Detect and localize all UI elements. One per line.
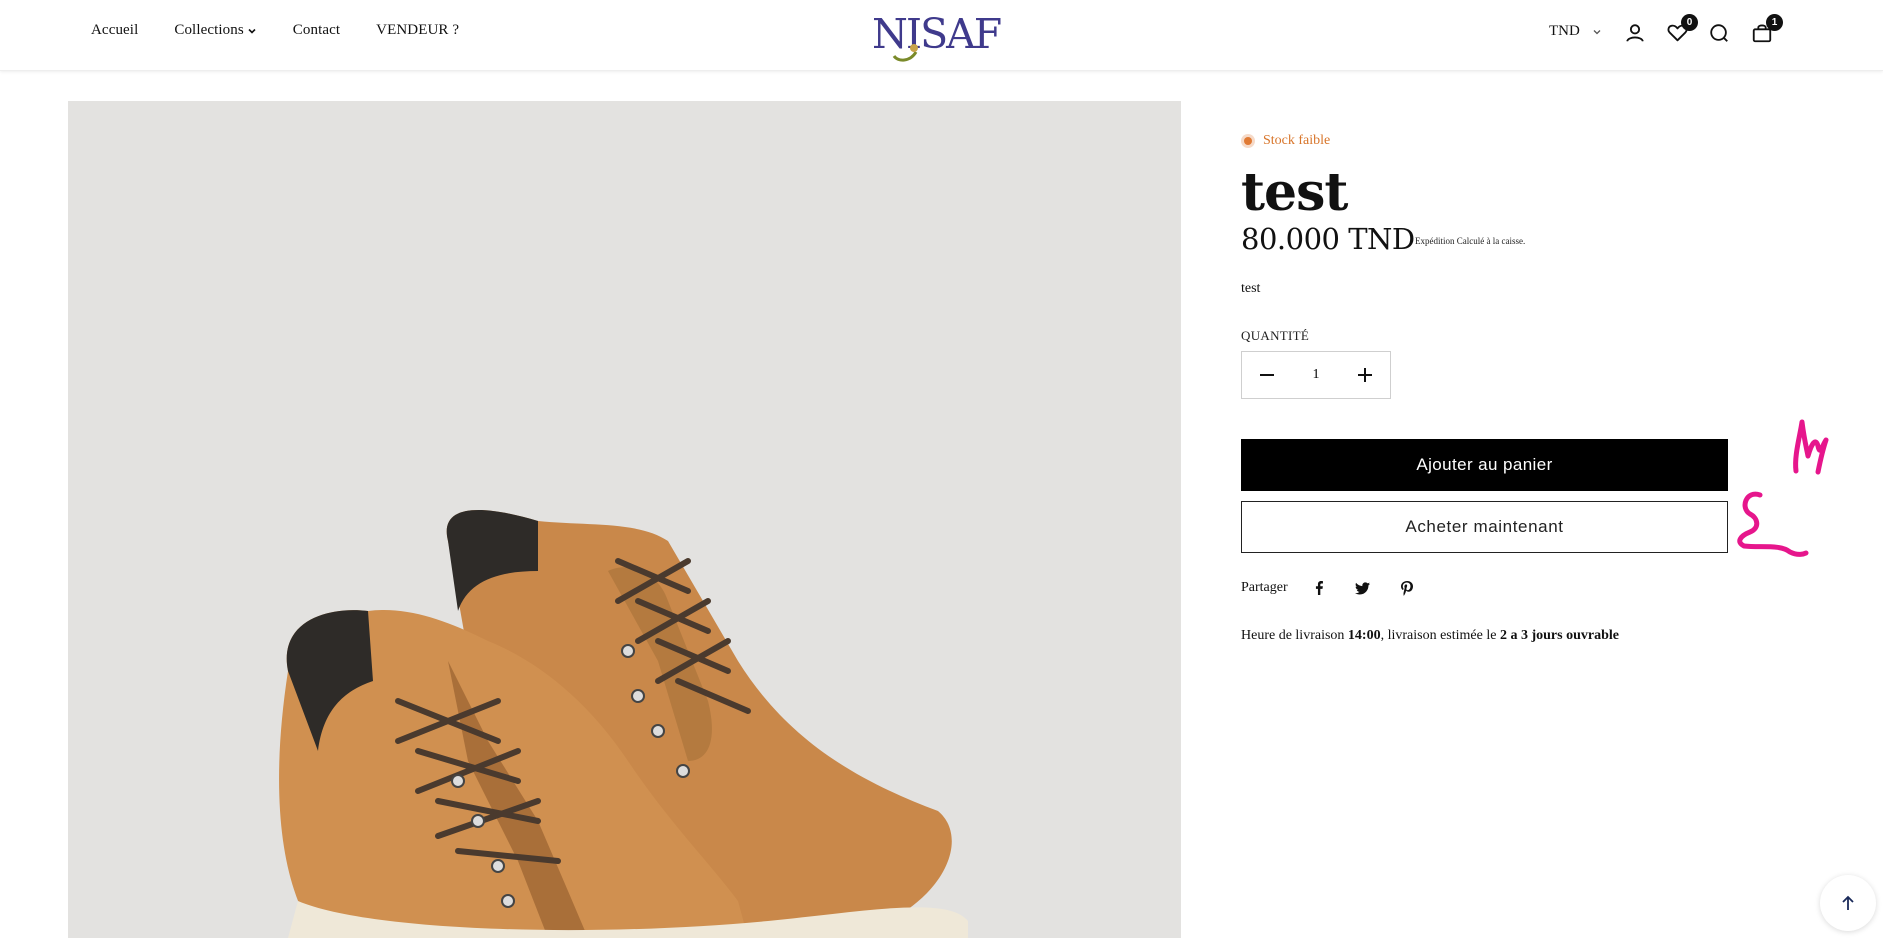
share-twitter-button[interactable]	[1350, 578, 1376, 598]
arrow-up-icon	[1842, 895, 1854, 910]
nav-item-accueil[interactable]: Accueil	[91, 22, 138, 39]
nav-item-collections[interactable]: Collections	[174, 22, 256, 39]
wishlist-button[interactable]: 0	[1664, 14, 1698, 46]
quantity-increase-button[interactable]	[1340, 352, 1390, 398]
facebook-icon	[1315, 581, 1323, 595]
chevron-down-icon	[248, 28, 256, 34]
share-facebook-button[interactable]	[1306, 578, 1332, 598]
product-image[interactable]	[68, 101, 1181, 938]
product-price: 80.000 TND	[1241, 222, 1415, 256]
search-button[interactable]	[1706, 20, 1732, 46]
product-title: test	[1241, 162, 1348, 223]
quantity-decrease-button[interactable]	[1242, 352, 1292, 398]
site-header: Accueil Collections Contact VENDEUR ? NI…	[0, 0, 1883, 71]
pinterest-icon	[1400, 580, 1413, 596]
plus-icon	[1358, 368, 1372, 382]
search-icon	[1710, 24, 1728, 42]
buy-now-button[interactable]: Acheter maintenant	[1241, 501, 1728, 553]
wishlist-count-badge: 0	[1681, 14, 1698, 31]
stock-dot-icon	[1241, 134, 1255, 148]
annotation-scribble	[1737, 419, 1829, 557]
quantity-label: QUANTITÉ	[1241, 328, 1310, 343]
cart-count-badge: 1	[1766, 14, 1783, 31]
delivery-estimate: Heure de livraison 14:00, livraison esti…	[1241, 628, 1619, 643]
quantity-input[interactable]	[1296, 367, 1336, 383]
logo-ornament-icon	[892, 44, 918, 62]
scroll-to-top-button[interactable]	[1820, 875, 1876, 931]
main-nav: Accueil Collections Contact VENDEUR ?	[91, 22, 495, 39]
user-icon	[1626, 24, 1644, 42]
shipping-note: Expédition Calculé à la caisse.	[1415, 236, 1526, 246]
share-row: Partager	[1241, 578, 1438, 598]
nav-item-contact[interactable]: Contact	[293, 22, 340, 39]
account-button[interactable]	[1622, 20, 1648, 46]
currency-selector[interactable]: TND	[1549, 23, 1602, 40]
cart-button[interactable]: 1	[1749, 14, 1783, 46]
quantity-stepper	[1241, 351, 1391, 399]
shoe-image	[279, 509, 968, 938]
nav-item-vendeur[interactable]: VENDEUR ?	[376, 22, 459, 39]
chevron-down-icon	[1593, 29, 1601, 34]
add-to-cart-button[interactable]: Ajouter au panier	[1241, 439, 1728, 491]
share-label: Partager	[1241, 580, 1288, 595]
minus-icon	[1260, 374, 1274, 376]
product-description: test	[1241, 281, 1261, 296]
share-pinterest-button[interactable]	[1394, 578, 1420, 598]
twitter-icon	[1355, 581, 1371, 594]
site-logo[interactable]: NISAF	[872, 10, 1002, 62]
stock-status: Stock faible	[1241, 133, 1330, 149]
